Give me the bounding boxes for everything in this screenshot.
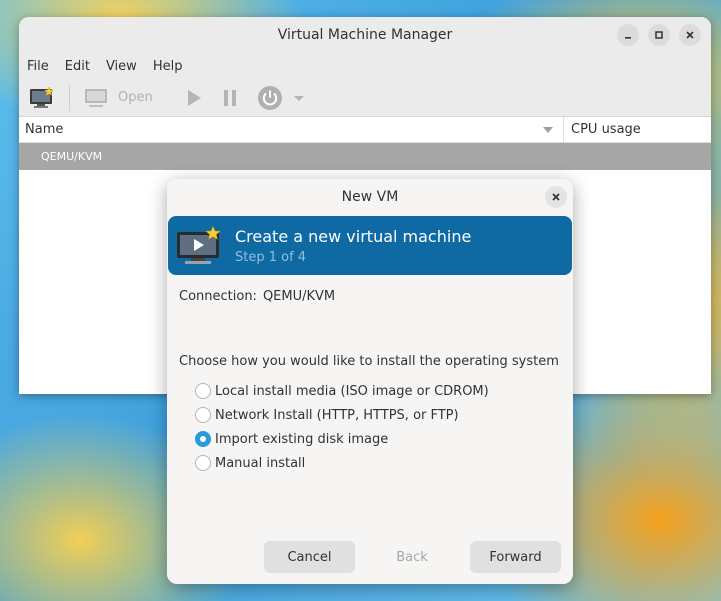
banner-title: Create a new virtual machine (235, 226, 472, 246)
minimize-icon (625, 37, 631, 39)
dialog-close-button[interactable] (545, 186, 567, 208)
menu-help[interactable]: Help (153, 59, 190, 74)
radio-network-install[interactable] (195, 407, 211, 423)
radio-local-media[interactable] (195, 383, 211, 399)
option-local-media[interactable]: Local install media (ISO image or CDROM) (195, 379, 489, 403)
option-label: Local install media (ISO image or CDROM) (215, 383, 489, 399)
column-header-name[interactable]: Name (19, 117, 564, 142)
shutdown-menu-button[interactable] (293, 93, 305, 103)
monitor-icon (85, 88, 107, 107)
pause-icon (223, 89, 236, 106)
connection-name: QEMU/KVM (41, 150, 103, 163)
close-button[interactable] (679, 24, 701, 46)
run-button[interactable] (185, 88, 203, 108)
new-vm-dialog: New VM Create a new virtual machine Step… (167, 179, 573, 584)
minimize-button[interactable] (617, 24, 639, 46)
open-button[interactable]: Open (84, 87, 153, 109)
shutdown-button[interactable] (257, 85, 283, 111)
toolbar-separator (69, 84, 70, 111)
maximize-icon (655, 31, 663, 39)
radio-import-disk[interactable] (195, 431, 211, 447)
option-import-disk[interactable]: Import existing disk image (195, 427, 489, 451)
option-label: Network Install (HTTP, HTTPS, or FTP) (215, 407, 459, 423)
main-titlebar[interactable]: Virtual Machine Manager (19, 17, 711, 53)
connection-info: Connection: QEMU/KVM (179, 289, 335, 304)
new-vm-button[interactable] (29, 85, 55, 110)
option-network-install[interactable]: Network Install (HTTP, HTTPS, or FTP) (195, 403, 489, 427)
new-vm-icon (30, 85, 55, 108)
column-cpu-label: CPU usage (571, 122, 641, 137)
radio-manual-install[interactable] (195, 455, 211, 471)
window-controls (617, 24, 701, 46)
column-name-label: Name (25, 122, 64, 137)
table-row[interactable]: QEMU/KVM (19, 143, 711, 170)
sort-down-icon (543, 127, 553, 133)
banner-text: Create a new virtual machine Step 1 of 4 (235, 227, 471, 265)
install-options: Local install media (ISO image or CDROM)… (195, 379, 489, 475)
close-icon (686, 31, 694, 39)
menu-view[interactable]: View (106, 59, 144, 74)
banner-step: Step 1 of 4 (235, 249, 307, 265)
column-header-cpu[interactable]: CPU usage (564, 122, 641, 137)
window-title: Virtual Machine Manager (277, 27, 453, 43)
connection-label: Connection: (179, 289, 257, 304)
dialog-titlebar[interactable]: New VM (167, 179, 573, 214)
menu-edit[interactable]: Edit (65, 59, 97, 74)
option-label: Import existing disk image (215, 431, 389, 447)
wizard-banner: Create a new virtual machine Step 1 of 4 (168, 216, 572, 275)
list-header: Name CPU usage (19, 117, 711, 143)
new-vm-icon (177, 225, 221, 264)
install-prompt: Choose how you would like to install the… (179, 354, 559, 369)
connection-value: QEMU/KVM (262, 289, 336, 304)
chevron-down-icon (293, 95, 304, 101)
option-label: Manual install (215, 455, 306, 471)
cancel-button[interactable]: Cancel (264, 541, 355, 573)
dialog-title: New VM (341, 188, 399, 205)
power-icon (257, 85, 282, 110)
option-manual-install[interactable]: Manual install (195, 451, 489, 475)
back-button[interactable]: Back (367, 541, 457, 573)
open-button-label: Open (118, 90, 153, 105)
play-icon (187, 89, 201, 106)
menubar: File Edit View Help (19, 53, 711, 79)
maximize-button[interactable] (648, 24, 670, 46)
forward-button[interactable]: Forward (470, 541, 561, 573)
menu-file[interactable]: File (27, 59, 56, 74)
pause-button[interactable] (221, 88, 239, 108)
toolbar: Open (19, 79, 711, 117)
close-icon (552, 193, 560, 201)
